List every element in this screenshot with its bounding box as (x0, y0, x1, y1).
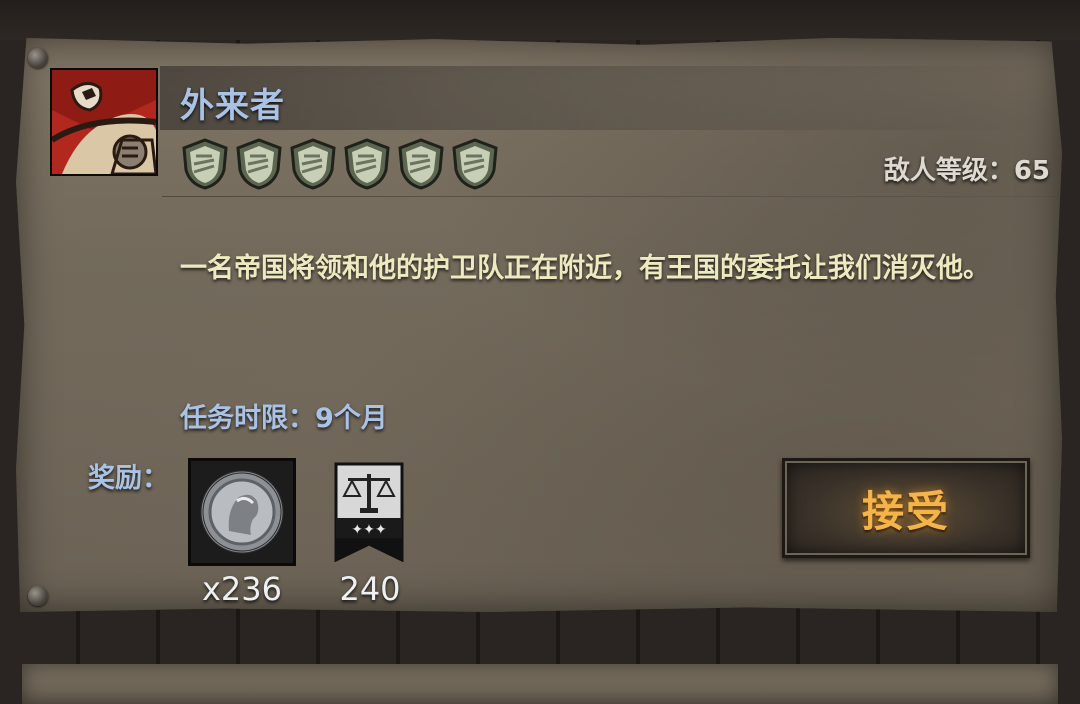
title-band (160, 66, 1060, 130)
quest-title: 外来者 (180, 86, 285, 126)
shield-icon (344, 138, 390, 190)
rivet-icon (28, 48, 48, 68)
shield-icon (290, 138, 336, 190)
enemy-portrait (50, 68, 158, 176)
shield-icon (236, 138, 282, 190)
divider (162, 196, 1058, 197)
reward-coin-value: x236 (201, 570, 282, 608)
shield-icon (182, 138, 228, 190)
difficulty-shields (182, 138, 498, 190)
reward-banner-value: 240 (339, 570, 401, 608)
justice-banner-icon: ✦✦✦ (334, 462, 404, 563)
next-quest-card[interactable] (22, 664, 1058, 704)
silver-coin-icon (191, 461, 293, 563)
shield-icon (398, 138, 444, 190)
accept-button-label: 接受 (861, 486, 950, 536)
reward-justice-banner[interactable]: ✦✦✦ (334, 462, 404, 563)
svg-text:✦✦✦: ✦✦✦ (351, 522, 386, 538)
quest-description: 一名帝国将领和他的护卫队正在附近，有王国的委托让我们消灭他。 (180, 253, 990, 284)
accept-button[interactable]: 接受 (782, 458, 1030, 558)
wood-background (0, 0, 1080, 40)
rivet-icon (28, 586, 48, 606)
rewards-label: 奖励： (88, 463, 169, 494)
reward-silver-coin[interactable] (188, 458, 296, 566)
shield-icon (452, 138, 498, 190)
enemy-level: 敌人等级：65 (883, 156, 1050, 186)
quest-deadline: 任务时限：9个月 (180, 403, 388, 434)
